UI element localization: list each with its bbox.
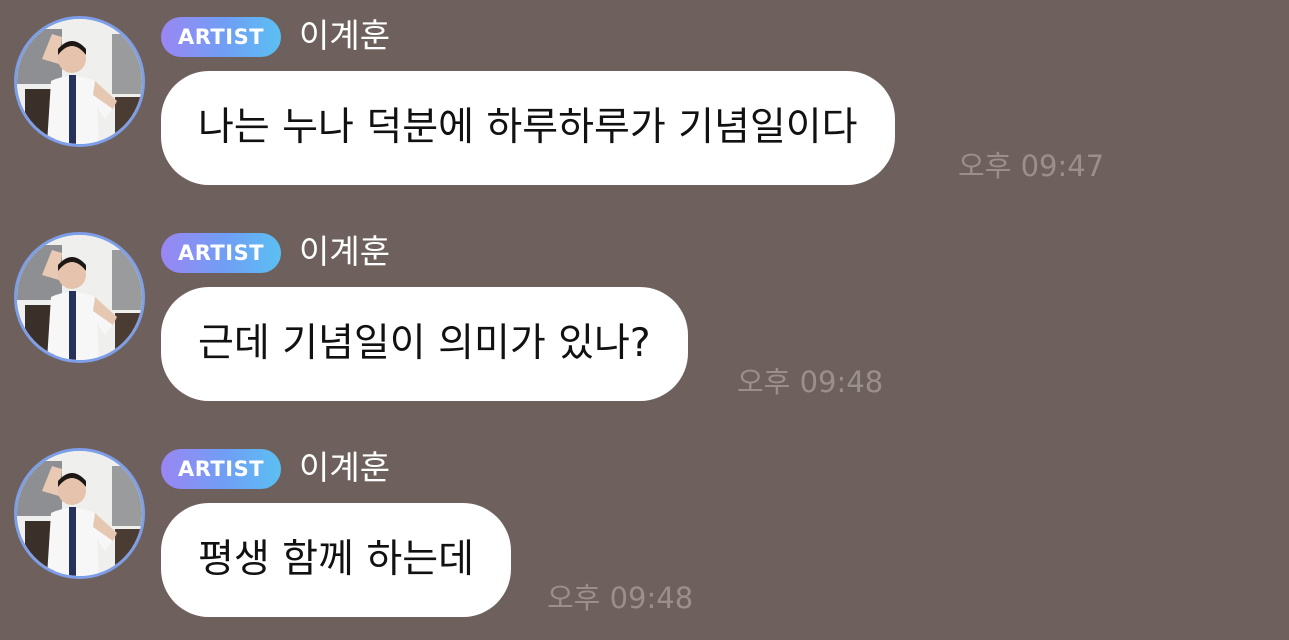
- message-timestamp: 오후 09:48: [737, 365, 884, 399]
- avatar[interactable]: [14, 448, 145, 579]
- sender-name: 이계훈: [299, 448, 391, 487]
- message-timestamp: 오후 09:48: [547, 581, 694, 615]
- message-bubble[interactable]: 평생 함께 하는데: [161, 503, 511, 617]
- message-bubble[interactable]: 근데 기념일이 의미가 있나?: [161, 287, 688, 401]
- message-bubble[interactable]: 나는 누나 덕분에 하루하루가 기념일이다: [161, 71, 895, 185]
- chat-message-list: ARTIST 이계훈 나는 누나 덕분에 하루하루가 기념일이다 오후 09:4…: [0, 0, 1289, 640]
- artist-badge: ARTIST: [161, 17, 281, 57]
- artist-photo: [17, 451, 142, 576]
- artist-badge: ARTIST: [161, 233, 281, 273]
- avatar[interactable]: [14, 232, 145, 363]
- artist-photo: [17, 235, 142, 360]
- message-timestamp: 오후 09:47: [958, 149, 1105, 183]
- artist-photo: [17, 19, 142, 144]
- avatar[interactable]: [14, 16, 145, 147]
- sender-name: 이계훈: [299, 16, 391, 55]
- sender-name: 이계훈: [299, 232, 391, 271]
- chat-message: ARTIST 이계훈 근데 기념일이 의미가 있나? 오후 09:48: [0, 216, 1289, 416]
- chat-message: ARTIST 이계훈 평생 함께 하는데 오후 09:48: [0, 432, 1289, 632]
- chat-message: ARTIST 이계훈 나는 누나 덕분에 하루하루가 기념일이다 오후 09:4…: [0, 0, 1289, 200]
- artist-badge: ARTIST: [161, 449, 281, 489]
